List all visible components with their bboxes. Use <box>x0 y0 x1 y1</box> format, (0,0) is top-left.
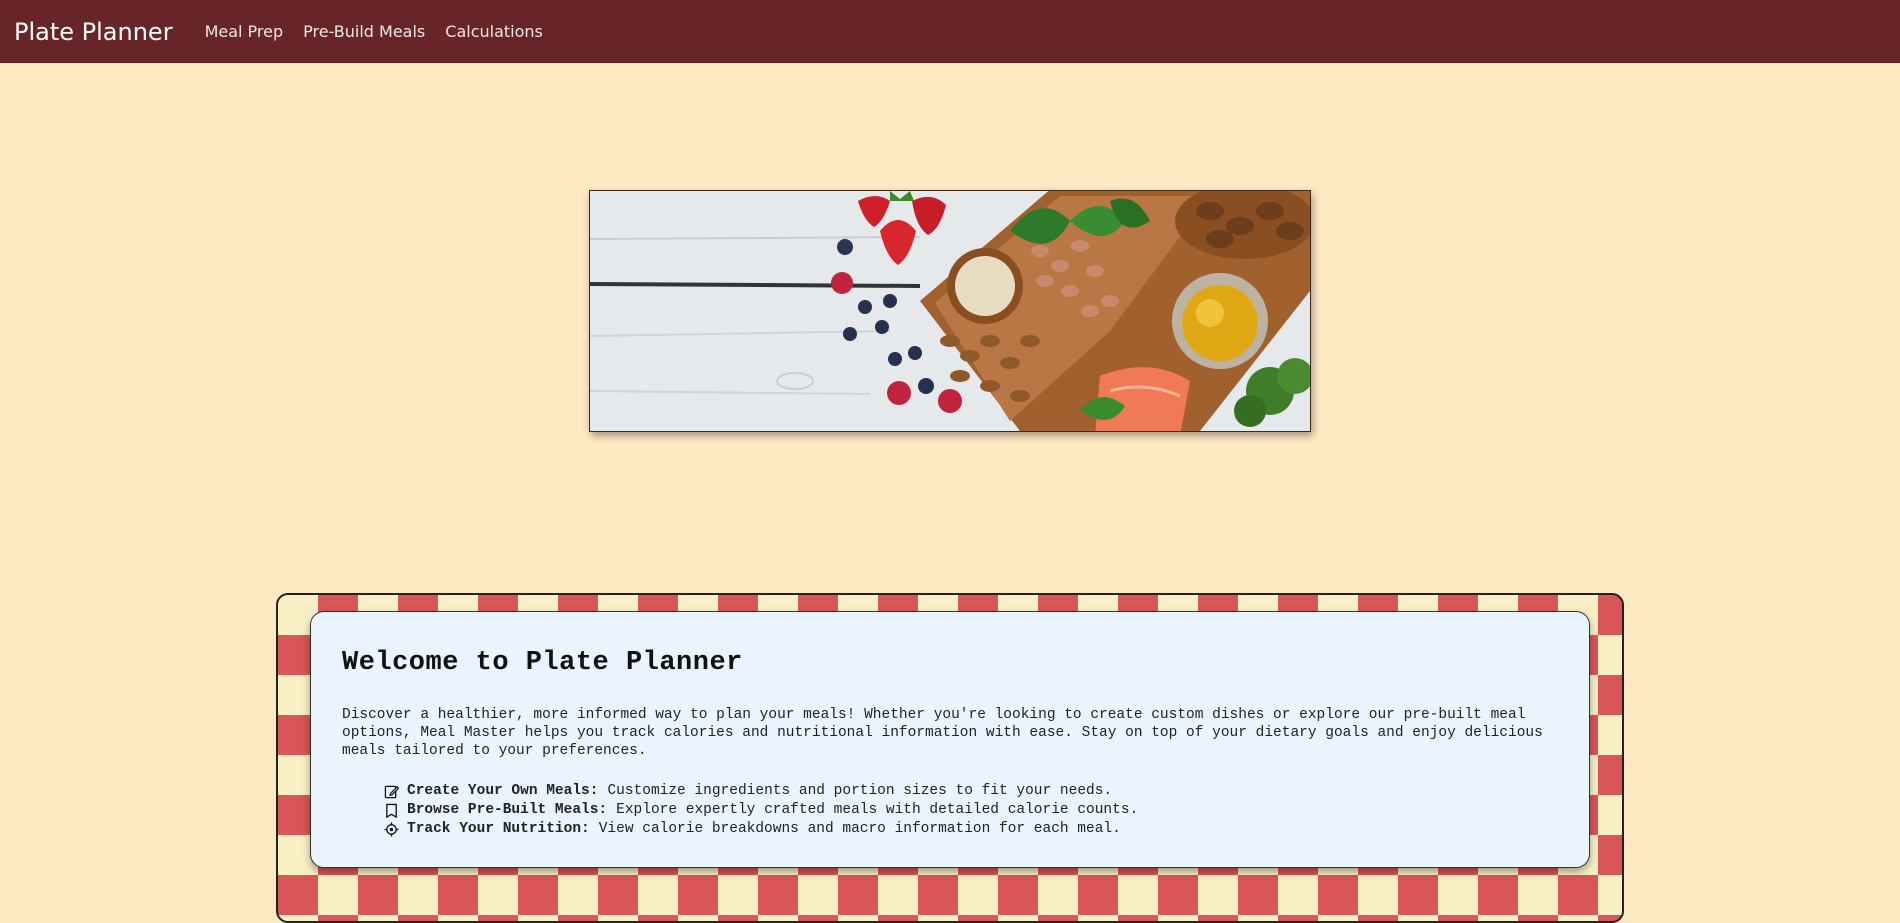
brand-logo-link[interactable]: Plate Planner <box>14 18 173 46</box>
feature-item-browse: Browse Pre-Built Meals: Explore expertly… <box>383 801 1558 820</box>
nav-link-meal-prep[interactable]: Meal Prep <box>205 22 284 41</box>
nav-link-pre-build-meals[interactable]: Pre-Build Meals <box>303 22 425 41</box>
feature-list: Create Your Own Meals: Customize ingredi… <box>383 782 1558 839</box>
healthy-food-illustration <box>590 191 1310 431</box>
top-navbar: Plate Planner Meal Prep Pre-Build Meals … <box>0 0 1900 63</box>
feature-text: View calorie breakdowns and macro inform… <box>598 821 1121 837</box>
target-icon <box>383 822 399 838</box>
feature-title: Create Your Own Meals: <box>407 783 599 799</box>
welcome-intro-text: Discover a healthier, more informed way … <box>342 707 1543 759</box>
welcome-title: Welcome to Plate Planner <box>342 648 743 678</box>
bookmark-icon <box>383 803 399 819</box>
feature-text: Explore expertly crafted meals with deta… <box>616 802 1139 818</box>
feature-text: Customize ingredients and portion sizes … <box>607 783 1113 799</box>
edit-icon <box>383 784 399 800</box>
feature-title: Browse Pre-Built Meals: <box>407 802 608 818</box>
feature-item-track: Track Your Nutrition: View calorie break… <box>383 820 1558 839</box>
welcome-card: Welcome to Plate Planner Discover a heal… <box>310 611 1590 868</box>
nav-link-calculations[interactable]: Calculations <box>445 22 543 41</box>
feature-item-create: Create Your Own Meals: Customize ingredi… <box>383 782 1558 801</box>
hero-banner-image <box>589 190 1311 432</box>
feature-title: Track Your Nutrition: <box>407 821 590 837</box>
